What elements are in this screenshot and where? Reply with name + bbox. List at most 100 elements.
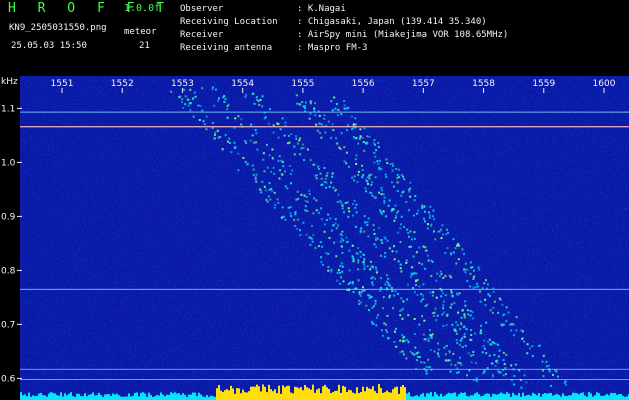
trace-dot (409, 181, 412, 184)
baseline-bar (346, 392, 348, 400)
trace-dot (287, 142, 289, 145)
trace-dot (425, 365, 428, 368)
trace-dot (495, 342, 498, 345)
trace-dot (497, 355, 500, 358)
trace-dot (316, 129, 319, 132)
trace-dot (400, 270, 403, 273)
trace-dot (476, 285, 479, 288)
baseline-bar (110, 395, 112, 400)
trace-dot (355, 203, 358, 206)
trace-dot (464, 300, 467, 303)
trace-dot (413, 231, 416, 234)
trace-dot (393, 294, 396, 297)
trace-dot (217, 99, 220, 102)
baseline-bar (518, 392, 520, 400)
trace-dot (433, 218, 435, 221)
trace-dot (555, 370, 558, 373)
trace-dot (504, 367, 507, 370)
trace-dot (421, 204, 423, 207)
trace-dot (472, 350, 475, 353)
baseline-bar (580, 393, 582, 400)
baseline-bar (508, 393, 510, 400)
baseline-bar (172, 393, 174, 400)
trace-dot (314, 246, 317, 249)
trace-dot (346, 129, 348, 132)
baseline-bar (278, 385, 280, 400)
trace-dot (383, 201, 386, 204)
baseline-bar (526, 395, 528, 400)
trace-dot (390, 287, 393, 290)
trace-dot (394, 290, 397, 293)
trace-dot (348, 269, 351, 272)
trace-dot (413, 214, 415, 217)
baseline-bar (434, 392, 436, 400)
trace-dot (433, 311, 436, 314)
baseline-bar (296, 387, 298, 400)
trace-dot (359, 294, 362, 297)
trace-dot (328, 237, 331, 239)
trace-dot (312, 234, 315, 237)
baseline-bar (254, 386, 256, 400)
trace-dot (317, 245, 320, 248)
baseline-bar (170, 392, 172, 400)
trace-dot (430, 275, 433, 278)
trace-dot (332, 186, 335, 189)
trace-dot (319, 172, 322, 175)
baseline-bar (382, 392, 384, 400)
baseline-bar (54, 393, 56, 400)
trace-dot (427, 223, 429, 226)
trace-dot (418, 261, 421, 264)
trace-dot (318, 168, 320, 170)
trace-dot (424, 210, 426, 213)
trace-dot (463, 253, 465, 256)
trace-dot (464, 304, 467, 307)
baseline-bar (28, 392, 30, 400)
trace-dot (351, 176, 354, 179)
trace-dot (483, 282, 486, 285)
trace-dot (523, 374, 526, 377)
trace-dot (366, 141, 369, 144)
trace-dot (274, 203, 277, 206)
trace-dot (458, 292, 461, 295)
trace-dot (463, 325, 466, 328)
baseline-bar (50, 392, 52, 400)
trace-dot (451, 295, 454, 298)
trace-dot (312, 212, 315, 215)
baseline-bar (360, 392, 362, 400)
trace-dot (493, 353, 496, 356)
baseline-bar (106, 394, 108, 400)
trace-dot (414, 237, 416, 240)
trace-dot (336, 271, 339, 274)
baseline-bar (506, 392, 508, 400)
trace-dot (469, 309, 472, 312)
trace-dot (287, 206, 290, 209)
trace-dot (443, 346, 446, 349)
trace-dot (339, 282, 342, 285)
trace-dot (262, 152, 265, 155)
trace-dot (251, 134, 254, 137)
trace-dot (340, 262, 343, 265)
trace-dot (379, 209, 382, 212)
trace-dot (351, 214, 354, 217)
trace-dot (357, 259, 360, 262)
baseline-bar (362, 386, 364, 400)
trace-dot (550, 384, 553, 387)
trace-dot (444, 275, 447, 278)
trace-dot (397, 176, 400, 179)
trace-dot (414, 346, 417, 349)
trace-dot (357, 170, 360, 173)
trace-dot (445, 324, 448, 327)
trace-dot (371, 281, 374, 284)
trace-dot (294, 213, 297, 216)
trace-dot (501, 324, 503, 327)
trace-dot (391, 208, 394, 211)
trace-dot (397, 231, 400, 234)
trace-dot (345, 151, 348, 154)
baseline-bar (324, 384, 326, 400)
trace-dot (339, 265, 342, 268)
trace-dot (371, 194, 374, 197)
baseline-bar (590, 393, 592, 400)
trace-dot (399, 241, 402, 244)
trace-dot (214, 131, 217, 134)
trace-dot (371, 284, 374, 286)
